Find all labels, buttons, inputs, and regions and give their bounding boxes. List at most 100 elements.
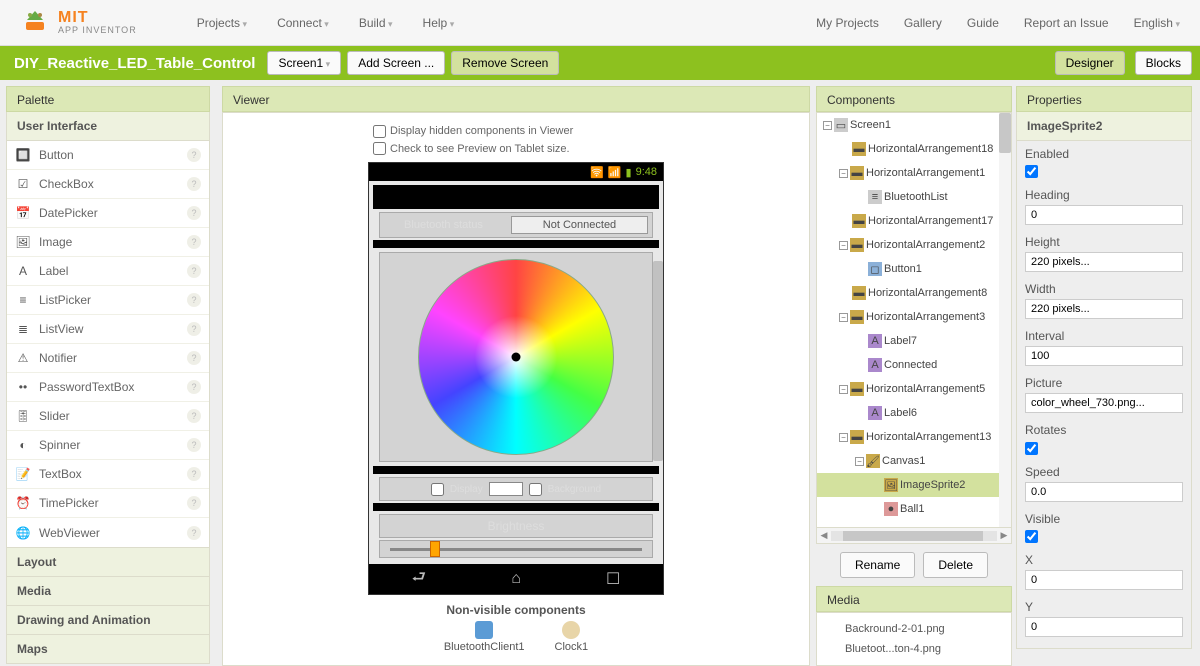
menu-projects[interactable]: Projects — [197, 16, 247, 30]
tree-item-horizontalarrangement1[interactable]: −▬HorizontalArrangement1 — [817, 161, 1011, 185]
help-icon[interactable]: ? — [187, 177, 201, 191]
tree-item-bluetoothlist[interactable]: ≡BluetoothList — [817, 185, 1011, 209]
prop-speed-input[interactable] — [1025, 482, 1183, 502]
screen-selector[interactable]: Screen1 — [267, 51, 341, 75]
tree-item-label6[interactable]: ALabel6 — [817, 401, 1011, 425]
collapse-icon[interactable]: − — [839, 169, 848, 178]
opt-tablet-preview[interactable]: Check to see Preview on Tablet size. — [373, 141, 573, 159]
palette-item-textbox[interactable]: 📝TextBox? — [7, 460, 209, 489]
help-icon[interactable]: ? — [187, 526, 201, 540]
color-wheel-area[interactable] — [379, 252, 653, 462]
help-icon[interactable]: ? — [187, 351, 201, 365]
palette-cat-ui[interactable]: User Interface — [6, 112, 210, 141]
palette-item-timepicker[interactable]: ⏰TimePicker? — [7, 489, 209, 518]
checkbox-2[interactable] — [529, 483, 542, 496]
brightness-slider-row[interactable] — [379, 540, 653, 558]
menu-my-projects[interactable]: My Projects — [816, 16, 879, 30]
tree-item-horizontalarrangement8[interactable]: ▬HorizontalArrangement8 — [817, 281, 1011, 305]
prop-picture-input[interactable] — [1025, 393, 1183, 413]
palette-item-listpicker[interactable]: ≡ListPicker? — [7, 286, 209, 315]
help-icon[interactable]: ? — [187, 467, 201, 481]
opt-tablet-checkbox[interactable] — [373, 142, 386, 155]
delete-button[interactable]: Delete — [923, 552, 988, 578]
tree-item-imagesprite2[interactable]: 🖼ImageSprite2 — [817, 473, 1011, 497]
help-icon[interactable]: ? — [187, 206, 201, 220]
prop-y-input[interactable] — [1025, 617, 1183, 637]
menu-guide[interactable]: Guide — [967, 16, 999, 30]
components-scrollbar[interactable] — [999, 113, 1011, 527]
palette-item-button[interactable]: 🔲Button? — [7, 141, 209, 170]
palette-item-listview[interactable]: ≣ListView? — [7, 315, 209, 344]
tree-item-button1[interactable]: ◻Button1 — [817, 257, 1011, 281]
palette-item-webviewer[interactable]: 🌐WebViewer? — [7, 518, 209, 547]
opt-hidden-checkbox[interactable] — [373, 125, 386, 138]
prop-width-input[interactable] — [1025, 299, 1183, 319]
color-wheel-cursor[interactable] — [512, 353, 521, 362]
help-icon[interactable]: ? — [187, 293, 201, 307]
designer-button[interactable]: Designer — [1055, 51, 1125, 75]
help-icon[interactable]: ? — [187, 496, 201, 510]
palette-item-checkbox[interactable]: ☑CheckBox? — [7, 170, 209, 199]
checkbox-1[interactable] — [431, 483, 444, 496]
prop-x-input[interactable] — [1025, 570, 1183, 590]
palette-cat-layout[interactable]: Layout — [6, 548, 210, 577]
menu-connect[interactable]: Connect — [277, 16, 329, 30]
tree-item-horizontalarrangement17[interactable]: ▬HorizontalArrangement17 — [817, 209, 1011, 233]
help-icon[interactable]: ? — [187, 235, 201, 249]
tree-item-horizontalarrangement5[interactable]: −▬HorizontalArrangement5 — [817, 377, 1011, 401]
collapse-icon[interactable]: − — [839, 241, 848, 250]
prop-enabled-check[interactable] — [1025, 165, 1038, 178]
help-icon[interactable]: ? — [187, 148, 201, 162]
menu-report-issue[interactable]: Report an Issue — [1024, 16, 1109, 30]
help-icon[interactable]: ? — [187, 322, 201, 336]
prop-height-input[interactable] — [1025, 252, 1183, 272]
menu-language[interactable]: English — [1134, 16, 1180, 30]
preview-scrollbar[interactable] — [653, 261, 663, 461]
palette-cat-drawing[interactable]: Drawing and Animation — [6, 606, 210, 635]
tree-item-horizontalarrangement13[interactable]: −▬HorizontalArrangement13 — [817, 425, 1011, 449]
collapse-icon[interactable]: − — [839, 385, 848, 394]
palette-item-label[interactable]: ALabel? — [7, 257, 209, 286]
tree-item-horizontalarrangement2[interactable]: −▬HorizontalArrangement2 — [817, 233, 1011, 257]
tree-item-canvas1[interactable]: −🖌Canvas1 — [817, 449, 1011, 473]
blocks-button[interactable]: Blocks — [1135, 51, 1192, 75]
tree-item-connected[interactable]: AConnected — [817, 353, 1011, 377]
palette-item-notifier[interactable]: ⚠Notifier? — [7, 344, 209, 373]
palette-cat-maps[interactable]: Maps — [6, 635, 210, 664]
prop-visible-check[interactable] — [1025, 530, 1038, 543]
components-hscroll[interactable]: ◀▶ — [816, 528, 1012, 544]
tree-item-label7[interactable]: ALabel7 — [817, 329, 1011, 353]
prop-rotates-check[interactable] — [1025, 442, 1038, 455]
collapse-icon[interactable]: − — [839, 433, 848, 442]
palette-cat-media[interactable]: Media — [6, 577, 210, 606]
collapse-icon[interactable]: − — [839, 313, 848, 322]
add-screen-button[interactable]: Add Screen ... — [347, 51, 445, 75]
palette-item-spinner[interactable]: ◐Spinner? — [7, 431, 209, 460]
palette-item-slider[interactable]: 🎚Slider? — [7, 402, 209, 431]
help-icon[interactable]: ? — [187, 409, 201, 423]
nonvis-bluetooth[interactable]: BluetoothClient1 — [444, 621, 525, 653]
prop-interval-input[interactable] — [1025, 346, 1183, 366]
help-icon[interactable]: ? — [187, 264, 201, 278]
slider-knob[interactable] — [430, 541, 440, 557]
help-icon[interactable]: ? — [187, 380, 201, 394]
media-item[interactable]: Backround-2-01.png — [827, 619, 1001, 639]
remove-screen-button[interactable]: Remove Screen — [451, 51, 559, 75]
prop-heading-input[interactable] — [1025, 205, 1183, 225]
palette-item-image[interactable]: 🖼Image? — [7, 228, 209, 257]
tree-item-ball1[interactable]: ●Ball1 — [817, 497, 1011, 521]
menu-gallery[interactable]: Gallery — [904, 16, 942, 30]
collapse-icon[interactable]: − — [823, 121, 832, 130]
tree-item-horizontalarrangement3[interactable]: −▬HorizontalArrangement3 — [817, 305, 1011, 329]
tree-item-screen1[interactable]: −▭Screen1 — [817, 113, 1011, 137]
menu-build[interactable]: Build — [359, 16, 393, 30]
palette-item-datepicker[interactable]: 📅DatePicker? — [7, 199, 209, 228]
opt-hidden-components[interactable]: Display hidden components in Viewer — [373, 123, 573, 141]
collapse-icon[interactable]: − — [855, 457, 864, 466]
media-item[interactable]: Bluetoot...ton-4.png — [827, 639, 1001, 659]
nonvis-clock[interactable]: Clock1 — [555, 621, 589, 653]
color-wheel[interactable] — [418, 259, 614, 455]
rename-button[interactable]: Rename — [840, 552, 915, 578]
help-icon[interactable]: ? — [187, 438, 201, 452]
menu-help[interactable]: Help — [423, 16, 455, 30]
